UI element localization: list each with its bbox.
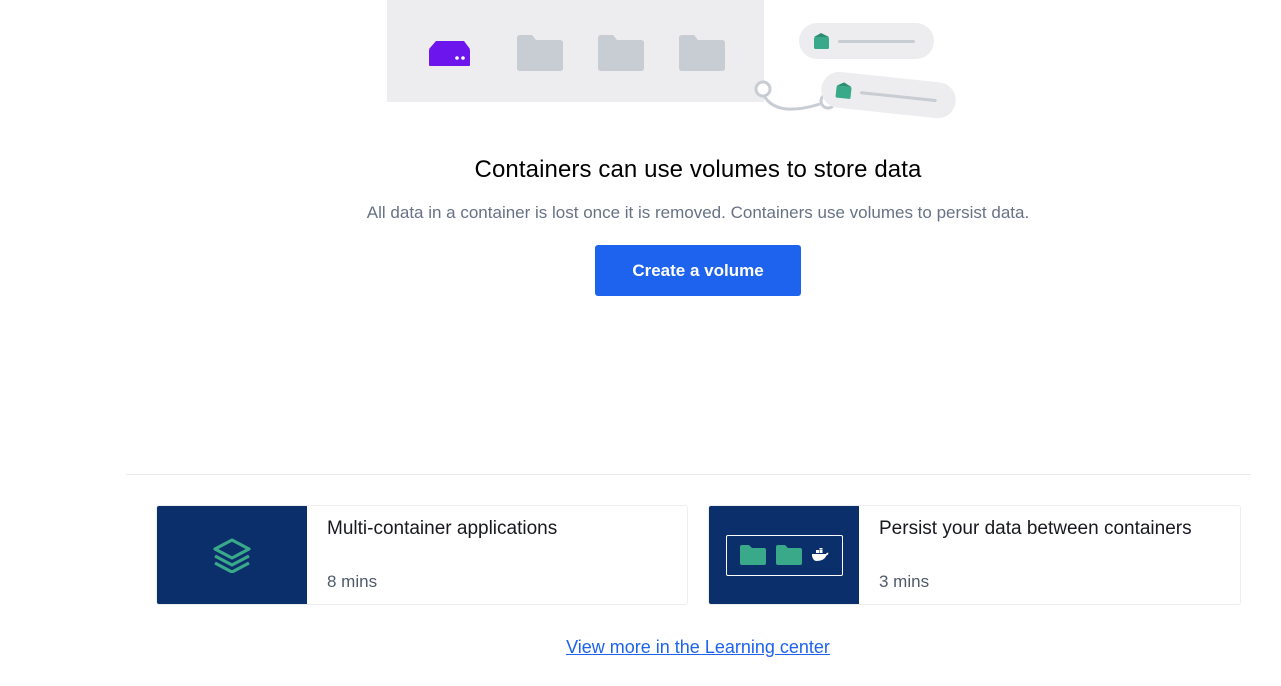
learning-center-link[interactable]: View more in the Learning center <box>566 637 830 657</box>
folder-icon <box>679 35 725 71</box>
card-body: Persist your data between containers 3 m… <box>859 506 1240 604</box>
card-title: Persist your data between containers <box>879 518 1192 539</box>
card-thumbnail <box>709 506 859 604</box>
docker-whale-icon <box>812 548 829 561</box>
volume-drive-icon <box>429 41 470 66</box>
page-title: Containers can use volumes to store data <box>474 156 922 183</box>
stack-layers-icon <box>213 538 251 573</box>
card-duration: 3 mins <box>879 572 930 591</box>
card-thumbnail <box>157 506 307 604</box>
container-tag-icon <box>821 71 956 119</box>
learning-card-persist-data[interactable]: Persist your data between containers 3 m… <box>708 505 1241 605</box>
volumes-illustration <box>0 0 1281 130</box>
page-subtitle: All data in a container is lost once it … <box>366 203 1030 222</box>
folder-icon <box>739 545 766 565</box>
card-duration: 8 mins <box>327 572 378 591</box>
volumes-empty-state: Containers can use volumes to store data… <box>0 0 1281 686</box>
folder-icon <box>517 35 563 71</box>
card-title: Multi-container applications <box>327 518 558 539</box>
learning-center-link-wrap: View more in the Learning center <box>0 637 1281 658</box>
section-divider <box>126 474 1251 475</box>
illustration-graphics <box>429 23 956 119</box>
card-body: Multi-container applications 8 mins <box>307 506 687 604</box>
learning-card-multi-container[interactable]: Multi-container applications 8 mins <box>156 505 688 605</box>
folder-icon <box>598 35 644 71</box>
folders-whale-icon <box>725 534 843 576</box>
container-tag-icon <box>799 23 934 59</box>
folder-icon <box>776 545 802 565</box>
create-volume-button[interactable]: Create a volume <box>595 245 801 296</box>
